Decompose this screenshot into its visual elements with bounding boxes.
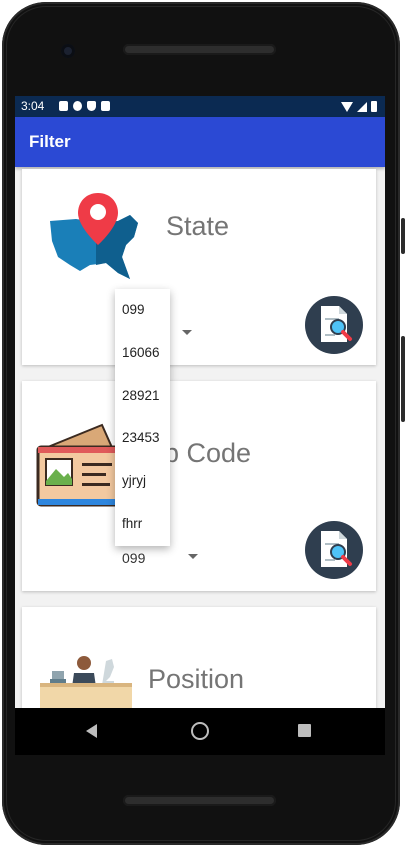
document-search-icon xyxy=(321,531,352,567)
us-map-pin-icon xyxy=(50,193,138,279)
zip-code-spinner-value[interactable]: 099 xyxy=(122,550,145,566)
status-system-icons xyxy=(341,101,377,112)
power-button xyxy=(401,218,405,254)
status-time: 3:04 xyxy=(21,99,45,113)
status-notification-icons xyxy=(59,101,110,111)
state-card: State xyxy=(22,169,376,365)
zip-code-search-button[interactable] xyxy=(305,521,363,579)
dropdown-option[interactable]: 16066 xyxy=(115,332,170,375)
zip-code-title: p Code xyxy=(164,438,252,468)
state-title: State xyxy=(166,211,230,241)
zip-code-dropdown-menu: 099 16066 28921 23453 yjryj fhrr xyxy=(115,289,170,546)
shield-icon xyxy=(87,101,96,111)
zip-code-spinner-arrow[interactable] xyxy=(188,554,198,559)
home-icon[interactable] xyxy=(191,722,209,740)
text-icon xyxy=(59,101,68,111)
battery-icon xyxy=(371,101,377,112)
sim-icon xyxy=(101,101,110,111)
app-bar: Filter xyxy=(15,117,385,167)
dropdown-option[interactable]: 099 xyxy=(115,289,170,332)
state-spinner-arrow[interactable] xyxy=(182,330,192,335)
zip-code-card: p Code 099 xyxy=(22,381,376,591)
top-speaker xyxy=(123,44,276,55)
status-bar: 3:04 xyxy=(15,96,385,117)
dropdown-option[interactable]: 23453 xyxy=(115,417,170,460)
position-card: Position xyxy=(22,607,376,708)
document-search-icon xyxy=(321,306,352,342)
back-icon[interactable] xyxy=(86,724,97,738)
dropdown-option[interactable]: 28921 xyxy=(115,375,170,418)
cellular-icon xyxy=(357,101,367,112)
settings-icon xyxy=(73,101,82,111)
screen: 3:04 Filter State p Code 099 Position 09… xyxy=(15,96,385,708)
dropdown-option[interactable]: fhrr xyxy=(115,503,170,546)
dropdown-option[interactable]: yjryj xyxy=(115,460,170,503)
page-title: Filter xyxy=(29,132,71,151)
position-title: Position xyxy=(148,664,245,694)
recents-icon[interactable] xyxy=(298,724,311,737)
office-desk-icon xyxy=(40,656,132,708)
system-nav-bar xyxy=(15,708,385,755)
wifi-icon xyxy=(341,101,353,112)
state-search-button[interactable] xyxy=(305,296,363,354)
volume-button xyxy=(401,336,405,422)
front-camera xyxy=(61,44,75,58)
bottom-speaker xyxy=(123,795,276,806)
